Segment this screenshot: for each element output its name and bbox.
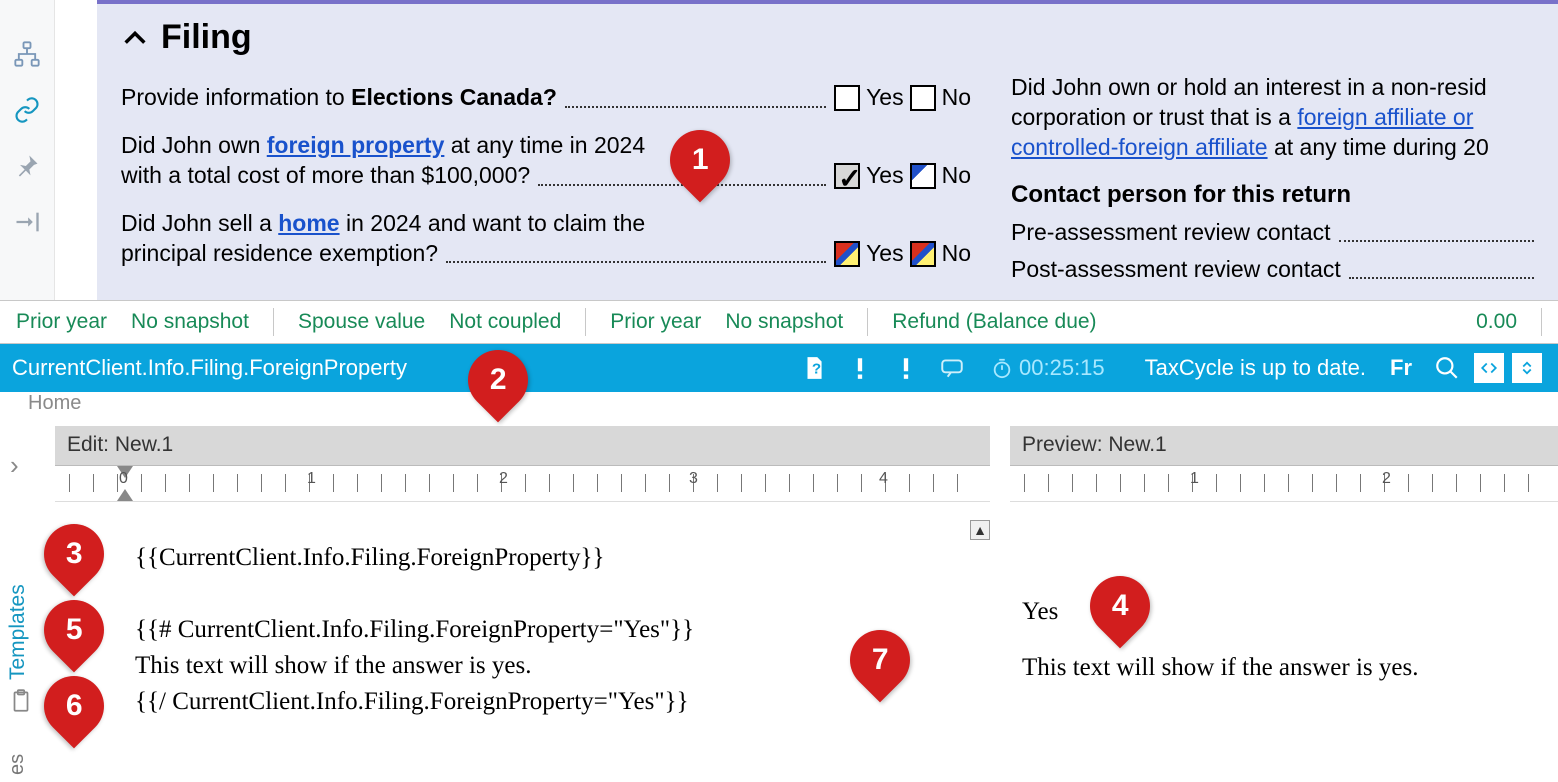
no-label: No [942, 161, 971, 191]
divider [585, 308, 586, 336]
language-toggle[interactable]: Fr [1390, 355, 1412, 381]
timer-value: 00:25:15 [1019, 355, 1105, 381]
edit-pane-header: Edit: New.1 [55, 426, 990, 466]
no-label: No [942, 83, 971, 113]
refund-value: 0.00 [1476, 310, 1517, 334]
right-para-c: at any time during 20 [1268, 134, 1489, 160]
q3-line2: principal residence exemption? [121, 239, 438, 269]
q2-no-checkbox[interactable] [910, 163, 936, 189]
question-elections-canada: Provide information to Elections Canada?… [121, 83, 971, 113]
pre-assessment-row: Pre-assessment review contact [1011, 219, 1534, 246]
link-icon[interactable] [13, 96, 41, 124]
yes-label: Yes [866, 161, 904, 191]
update-status: TaxCycle is up to date. [1145, 355, 1366, 381]
expand-button[interactable] [1512, 353, 1542, 383]
prior-year-label-2[interactable]: Prior year [610, 310, 701, 334]
q2-prefix: Did John own [121, 132, 267, 158]
breadcrumb-home[interactable]: Home [28, 392, 81, 415]
q2-suffix: at any time in 2024 [444, 132, 645, 158]
alert-icon[interactable] [847, 355, 873, 381]
ruler-num: 4 [879, 470, 888, 488]
ruler-right[interactable]: 1 2 [1010, 466, 1558, 502]
chat-icon[interactable] [939, 355, 965, 381]
not-coupled-label[interactable]: Not coupled [449, 310, 561, 334]
foreign-affiliate-link[interactable]: foreign affiliate or [1297, 104, 1473, 130]
svg-text:?: ? [812, 360, 821, 377]
refund-label[interactable]: Refund (Balance due) [892, 310, 1096, 334]
editor-line-3[interactable]: {{# CurrentClient.Info.Filing.ForeignPro… [135, 616, 976, 644]
filing-heading: Filing [161, 18, 252, 57]
spouse-value-label[interactable]: Spouse value [298, 310, 425, 334]
pre-assessment-label: Pre-assessment review contact [1011, 219, 1331, 246]
prior-year-label[interactable]: Prior year [16, 310, 107, 334]
q2-yes-checkbox[interactable] [834, 163, 860, 189]
ruler-num: 3 [689, 470, 698, 488]
expand-sidebar-icon[interactable]: › [10, 450, 19, 481]
alert-icon-2[interactable] [893, 355, 919, 381]
q1-yes-checkbox[interactable] [834, 85, 860, 111]
editor-line-1[interactable]: {{CurrentClient.Info.Filing.ForeignPrope… [135, 544, 976, 572]
post-assessment-row: Post-assessment review contact [1011, 256, 1534, 283]
no-snapshot-label-2[interactable]: No snapshot [725, 310, 843, 334]
code-view-button[interactable] [1474, 353, 1504, 383]
templates-tab[interactable]: Templates [6, 584, 30, 680]
ruler-num: 2 [1382, 470, 1391, 488]
right-para-b: corporation or trust that is a [1011, 104, 1297, 130]
collapse-icon[interactable] [121, 24, 149, 52]
status-strip: Prior year No snapshot Spouse value Not … [0, 300, 1558, 344]
q1-no-checkbox[interactable] [910, 85, 936, 111]
path-bar: CurrentClient.Info.Filing.ForeignPropert… [0, 344, 1558, 392]
q2-line2: with a total cost of more than $100,000? [121, 161, 530, 191]
foreign-property-link[interactable]: foreign property [267, 132, 445, 158]
ruler-left[interactable]: 0 1 2 3 4 [55, 466, 990, 502]
q1-bold: Elections Canada? [351, 84, 557, 110]
pin-icon[interactable] [13, 152, 41, 180]
divider [273, 308, 274, 336]
q3-no-checkbox[interactable] [910, 241, 936, 267]
q3-suffix: in 2024 and want to claim the [340, 210, 646, 236]
help-doc-icon[interactable]: ? [801, 355, 827, 381]
divider [1541, 308, 1542, 336]
left-icon-rail [0, 0, 55, 300]
template-preview: Yes This text will show if the answer is… [1010, 506, 1558, 782]
scroll-up-button[interactable]: ▲ [970, 520, 990, 540]
q3-yes-checkbox[interactable] [834, 241, 860, 267]
yes-label: Yes [866, 239, 904, 269]
preview-pane-header: Preview: New.1 [1010, 426, 1558, 466]
editor-line-5[interactable]: {{/ CurrentClient.Info.Filing.ForeignPro… [135, 688, 976, 716]
filing-panel: Filing Provide information to Elections … [97, 0, 1558, 300]
right-para-a: Did John own or hold an interest in a no… [1011, 74, 1487, 100]
question-foreign-property: Did John own foreign property at any tim… [121, 131, 971, 191]
hierarchy-icon[interactable] [13, 40, 41, 68]
clipboard-icon[interactable] [8, 688, 34, 714]
indent-right-icon[interactable] [13, 208, 41, 236]
divider [867, 308, 868, 336]
zoom-icon[interactable] [1434, 355, 1460, 381]
post-assessment-label: Post-assessment review contact [1011, 256, 1341, 283]
ruler-num: 2 [499, 470, 508, 488]
q1-prefix: Provide information to [121, 84, 351, 110]
no-label: No [942, 239, 971, 269]
ruler-num: 1 [307, 470, 316, 488]
controlled-foreign-link[interactable]: controlled-foreign affiliate [1011, 134, 1268, 160]
yes-label: Yes [866, 83, 904, 113]
home-link[interactable]: home [278, 210, 339, 236]
q3-prefix: Did John sell a [121, 210, 278, 236]
preview-line-2: This text will show if the answer is yes… [1022, 654, 1544, 682]
stopwatch-icon [991, 357, 1013, 379]
question-home-sale: Did John sell a home in 2024 and want to… [121, 209, 971, 269]
timer[interactable]: 00:25:15 [991, 355, 1105, 381]
template-editor[interactable]: {{CurrentClient.Info.Filing.ForeignPrope… [55, 506, 990, 782]
filing-right-column: Did John own or hold an interest in a no… [1011, 73, 1534, 293]
ruler-num: 1 [1190, 470, 1199, 488]
pane-headers: Edit: New.1 Preview: New.1 [55, 426, 1558, 466]
field-path[interactable]: CurrentClient.Info.Filing.ForeignPropert… [12, 355, 407, 381]
bottom-tab-fragment[interactable]: es [6, 754, 29, 775]
ruler-num: 0 [119, 470, 128, 488]
contact-heading: Contact person for this return [1011, 181, 1534, 209]
indent-marker-bottom-icon[interactable] [117, 489, 133, 501]
no-snapshot-label[interactable]: No snapshot [131, 310, 249, 334]
